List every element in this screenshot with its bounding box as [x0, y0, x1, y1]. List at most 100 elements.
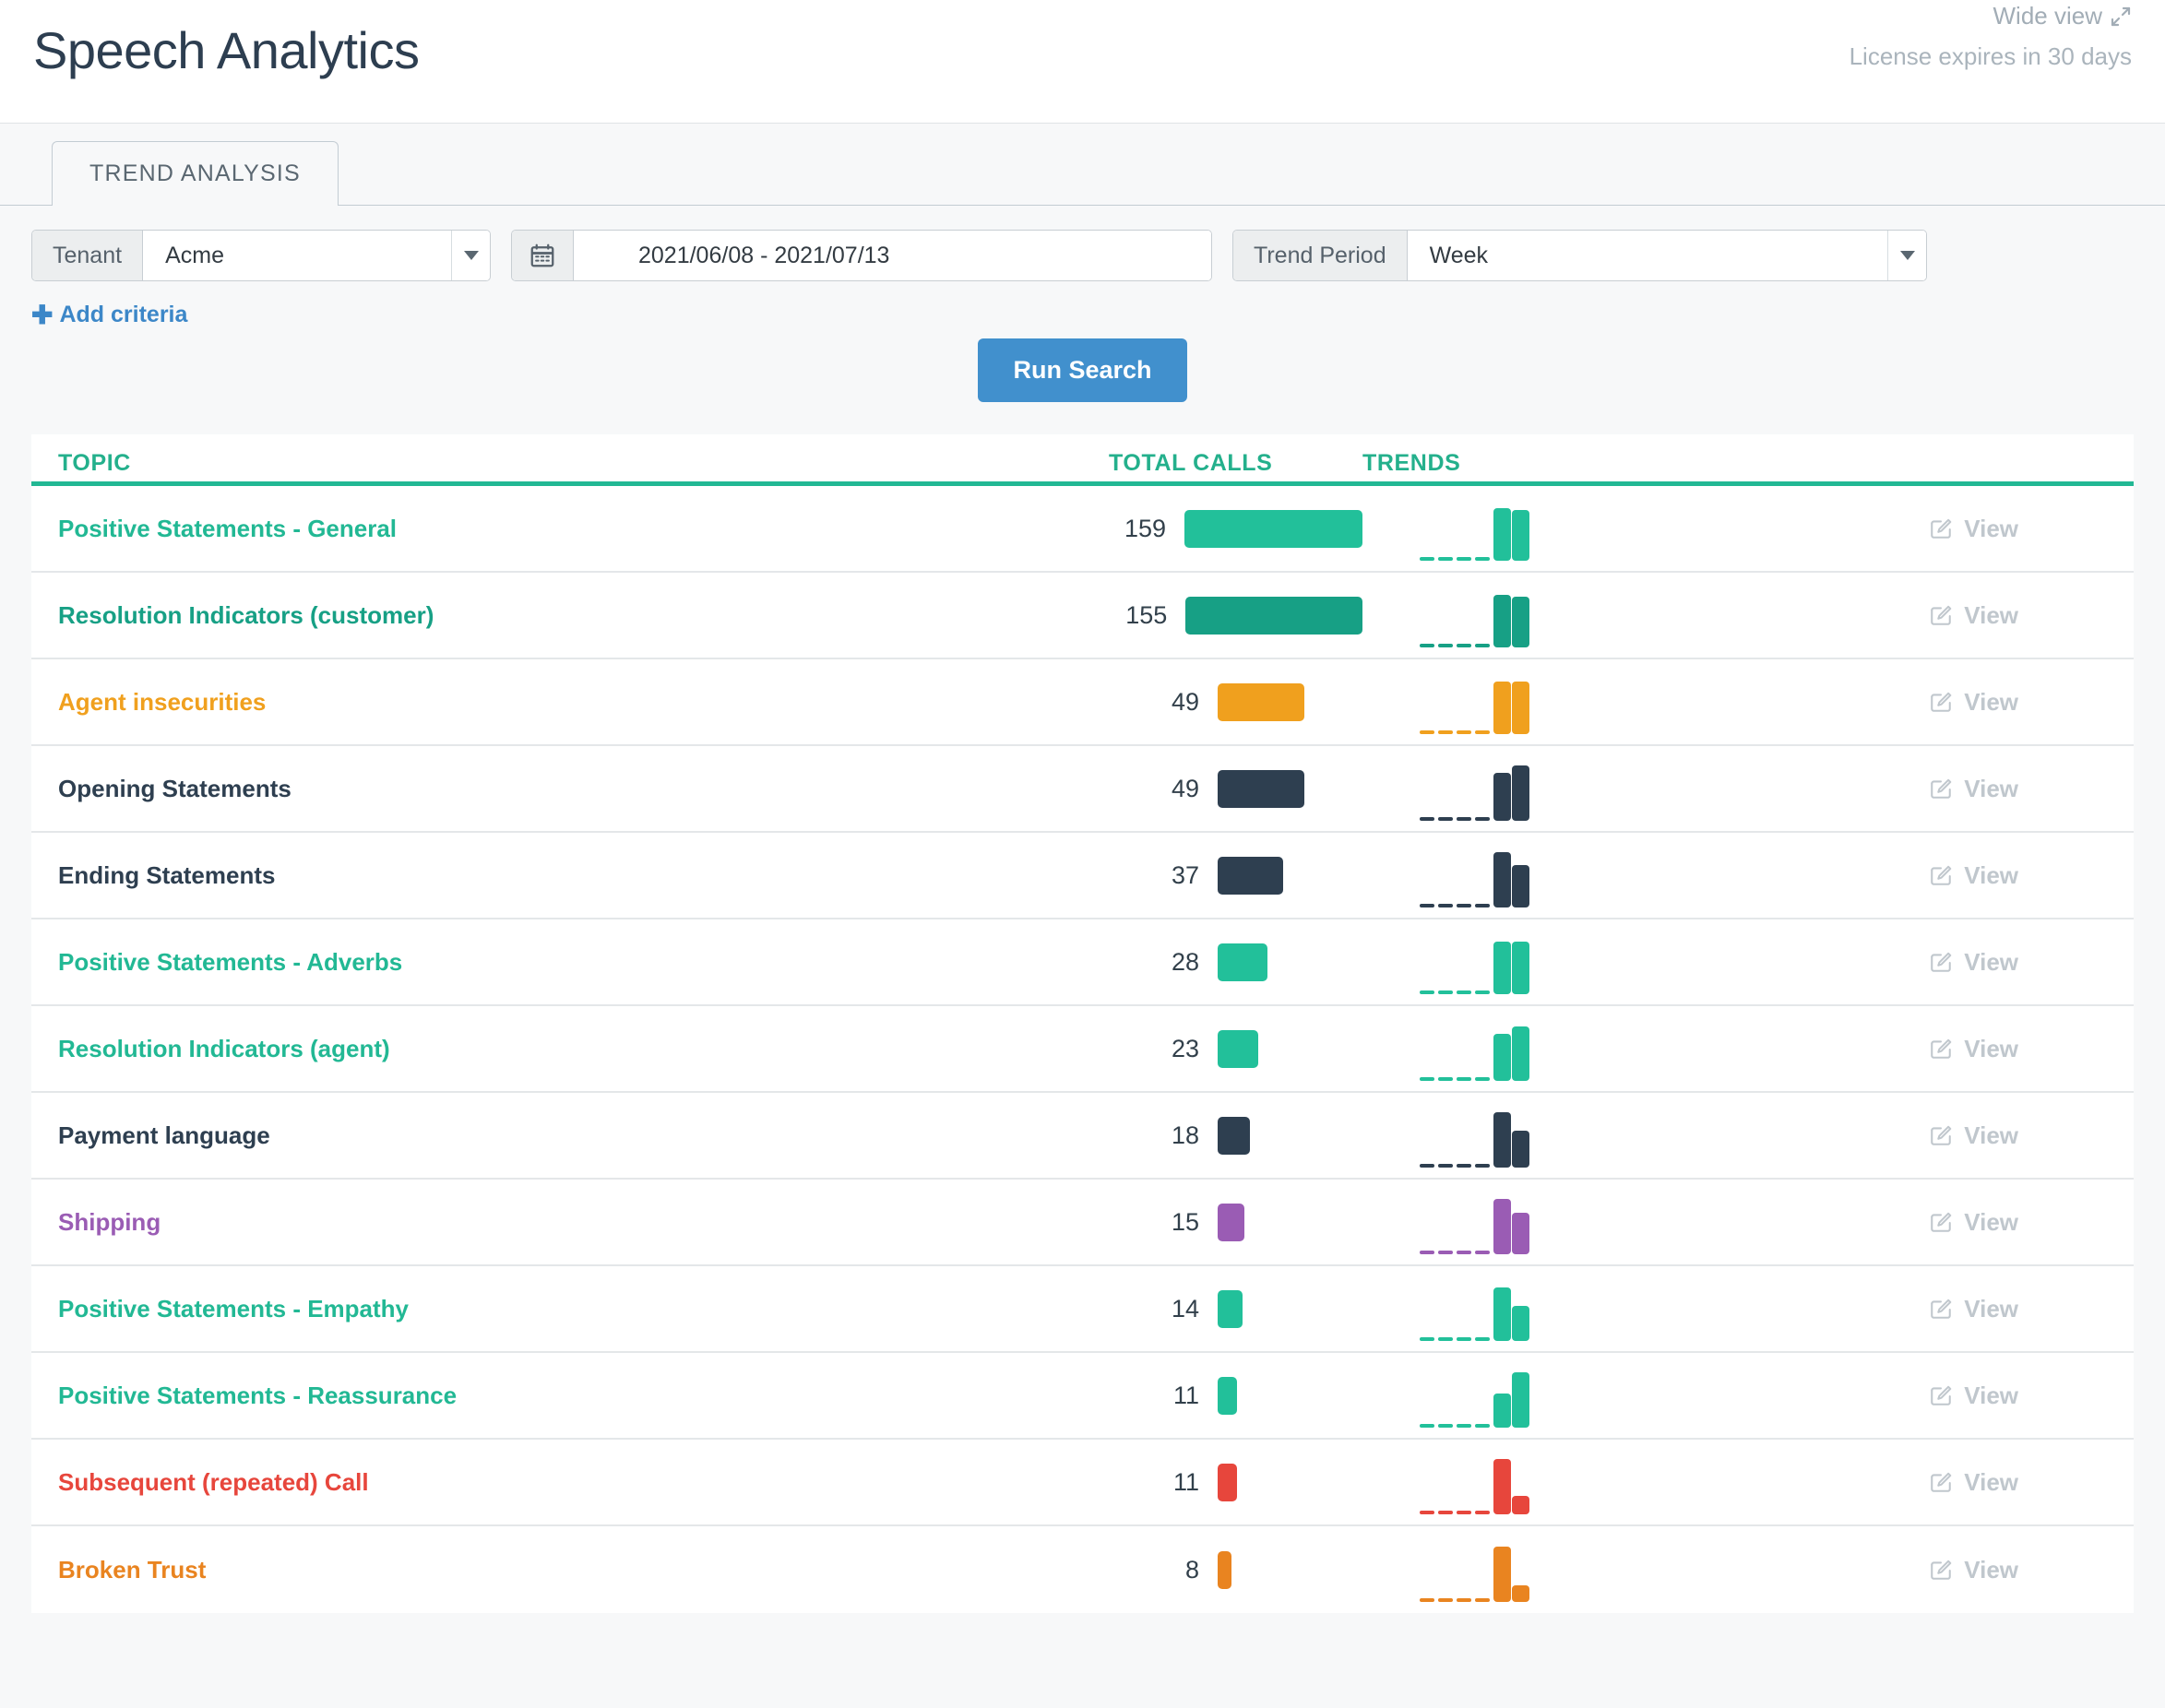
trend-sparkline [1362, 1537, 1824, 1602]
date-range-filter[interactable]: 2021/06/08 - 2021/07/13 [511, 230, 1212, 281]
total-calls-cell: 159 [1109, 509, 1362, 548]
sparkline-bar [1420, 1164, 1434, 1168]
sparkline-bar [1475, 1337, 1490, 1341]
view-link[interactable]: View [1929, 948, 2018, 977]
sparkline-bar [1457, 817, 1471, 821]
total-calls-bar [1218, 1376, 1237, 1415]
topic-link[interactable]: Payment language [58, 1121, 270, 1149]
total-calls-bar [1218, 1463, 1237, 1501]
sparkline-bar [1475, 1251, 1490, 1254]
trend-sparkline [1362, 1103, 1824, 1168]
sparkline-bars [1420, 1537, 1530, 1602]
tab-trend-analysis[interactable]: TREND ANALYSIS [52, 141, 339, 206]
add-criteria-link[interactable]: ✚ Add criteria [31, 302, 187, 328]
view-label: View [1964, 860, 2018, 889]
trend-sparkline [1362, 843, 1824, 907]
sparkline-bars [1420, 930, 1530, 994]
row-actions-cell: View [1824, 1295, 2134, 1323]
sparkline-bars [1420, 843, 1530, 907]
topic-cell: Positive Statements - Empathy [31, 1295, 1109, 1323]
view-link[interactable]: View [1929, 775, 2018, 803]
chevron-down-icon [463, 251, 479, 260]
view-link[interactable]: View [1929, 1382, 2018, 1410]
trend-period-label: Trend Period [1233, 231, 1408, 280]
trend-analysis-table: TOPIC TOTAL CALLS TRENDS Positive Statem… [31, 434, 2134, 1613]
sparkline-bars [1420, 1190, 1530, 1254]
total-calls-value: 8 [1184, 1555, 1199, 1583]
topic-cell: Agent insecurities [31, 688, 1109, 717]
topic-link[interactable]: Positive Statements - Reassurance [58, 1382, 457, 1409]
total-calls-cell: 14 [1109, 1289, 1362, 1328]
view-link[interactable]: View [1929, 1468, 2018, 1497]
sparkline-bar [1475, 1164, 1490, 1168]
topic-link[interactable]: Ending Statements [58, 861, 275, 889]
table-row: Agent insecurities 49 View [31, 659, 2134, 746]
table-row: Broken Trust 8 View [31, 1526, 2134, 1613]
calendar-icon [529, 242, 556, 269]
topic-link[interactable]: Agent insecurities [58, 688, 266, 716]
view-label: View [1964, 1121, 2018, 1149]
view-link[interactable]: View [1929, 1556, 2018, 1584]
sparkline-bar [1420, 1424, 1434, 1428]
topic-link[interactable]: Shipping [58, 1208, 161, 1236]
trend-period-dropdown-toggle[interactable] [1887, 231, 1926, 280]
add-criteria-label: Add criteria [59, 302, 188, 327]
pencil-square-icon [1929, 1383, 1953, 1407]
filter-bar: Tenant Acme 2021/06/08 - 2021/07/13 Tren… [0, 230, 2165, 327]
topic-link[interactable]: Subsequent (repeated) Call [58, 1468, 369, 1496]
sparkline-bar [1512, 1496, 1529, 1514]
trend-sparkline [1362, 1190, 1824, 1254]
sparkline-bar [1512, 1306, 1529, 1341]
view-link[interactable]: View [1929, 1208, 2018, 1237]
total-calls-bar [1218, 1289, 1243, 1328]
row-actions-cell: View [1824, 1121, 2134, 1150]
trend-period-filter[interactable]: Trend Period Week [1232, 230, 1927, 281]
run-search-button[interactable]: Run Search [978, 338, 1187, 402]
view-link[interactable]: View [1929, 1035, 2018, 1063]
row-actions-cell: View [1824, 775, 2134, 803]
run-search-row: Run Search [0, 338, 2165, 427]
topic-link[interactable]: Positive Statements - General [58, 515, 397, 542]
row-actions-cell: View [1824, 688, 2134, 717]
calendar-icon-addon[interactable] [512, 231, 574, 280]
topic-link[interactable]: Resolution Indicators (agent) [58, 1035, 390, 1062]
tenant-filter[interactable]: Tenant Acme [31, 230, 491, 281]
sparkline-bars [1420, 1450, 1530, 1514]
topic-link[interactable]: Opening Statements [58, 775, 291, 802]
view-link[interactable]: View [1929, 861, 2018, 890]
view-link[interactable]: View [1929, 1295, 2018, 1323]
sparkline-bar [1475, 644, 1490, 647]
pencil-square-icon [1929, 516, 1953, 540]
view-label: View [1964, 1381, 2018, 1409]
view-link[interactable]: View [1929, 515, 2018, 543]
trend-period-select-value[interactable]: Week [1407, 231, 1887, 280]
topic-cell: Opening Statements [31, 775, 1109, 803]
sparkline-bar [1475, 1511, 1490, 1514]
view-link[interactable]: View [1929, 688, 2018, 717]
page-header: Speech Analytics Wide view License expir… [0, 0, 2165, 124]
page-title: Speech Analytics [33, 21, 420, 79]
tenant-dropdown-toggle[interactable] [451, 231, 490, 280]
total-calls-cell: 23 [1109, 1029, 1362, 1068]
row-actions-cell: View [1824, 515, 2134, 543]
total-calls-value: 18 [1171, 1121, 1199, 1149]
sparkline-bar [1438, 1164, 1453, 1168]
total-calls-bar [1218, 856, 1283, 895]
date-range-input[interactable]: 2021/06/08 - 2021/07/13 [574, 231, 1211, 280]
sparkline-bar [1438, 1077, 1453, 1081]
sparkline-bar [1420, 817, 1434, 821]
topic-link[interactable]: Positive Statements - Adverbs [58, 948, 402, 976]
view-label: View [1964, 1294, 2018, 1323]
topic-link[interactable]: Resolution Indicators (customer) [58, 601, 434, 629]
topic-cell: Broken Trust [31, 1556, 1109, 1584]
wide-view-toggle[interactable]: Wide view [1993, 2, 2132, 30]
view-link[interactable]: View [1929, 601, 2018, 630]
topic-cell: Positive Statements - Reassurance [31, 1382, 1109, 1410]
topic-link[interactable]: Positive Statements - Empathy [58, 1295, 409, 1323]
total-calls-cell: 49 [1109, 682, 1362, 721]
sparkline-bar [1493, 595, 1511, 647]
tenant-select-value[interactable]: Acme [143, 231, 451, 280]
topic-link[interactable]: Broken Trust [58, 1556, 206, 1583]
sparkline-bar [1512, 597, 1529, 647]
view-link[interactable]: View [1929, 1121, 2018, 1150]
